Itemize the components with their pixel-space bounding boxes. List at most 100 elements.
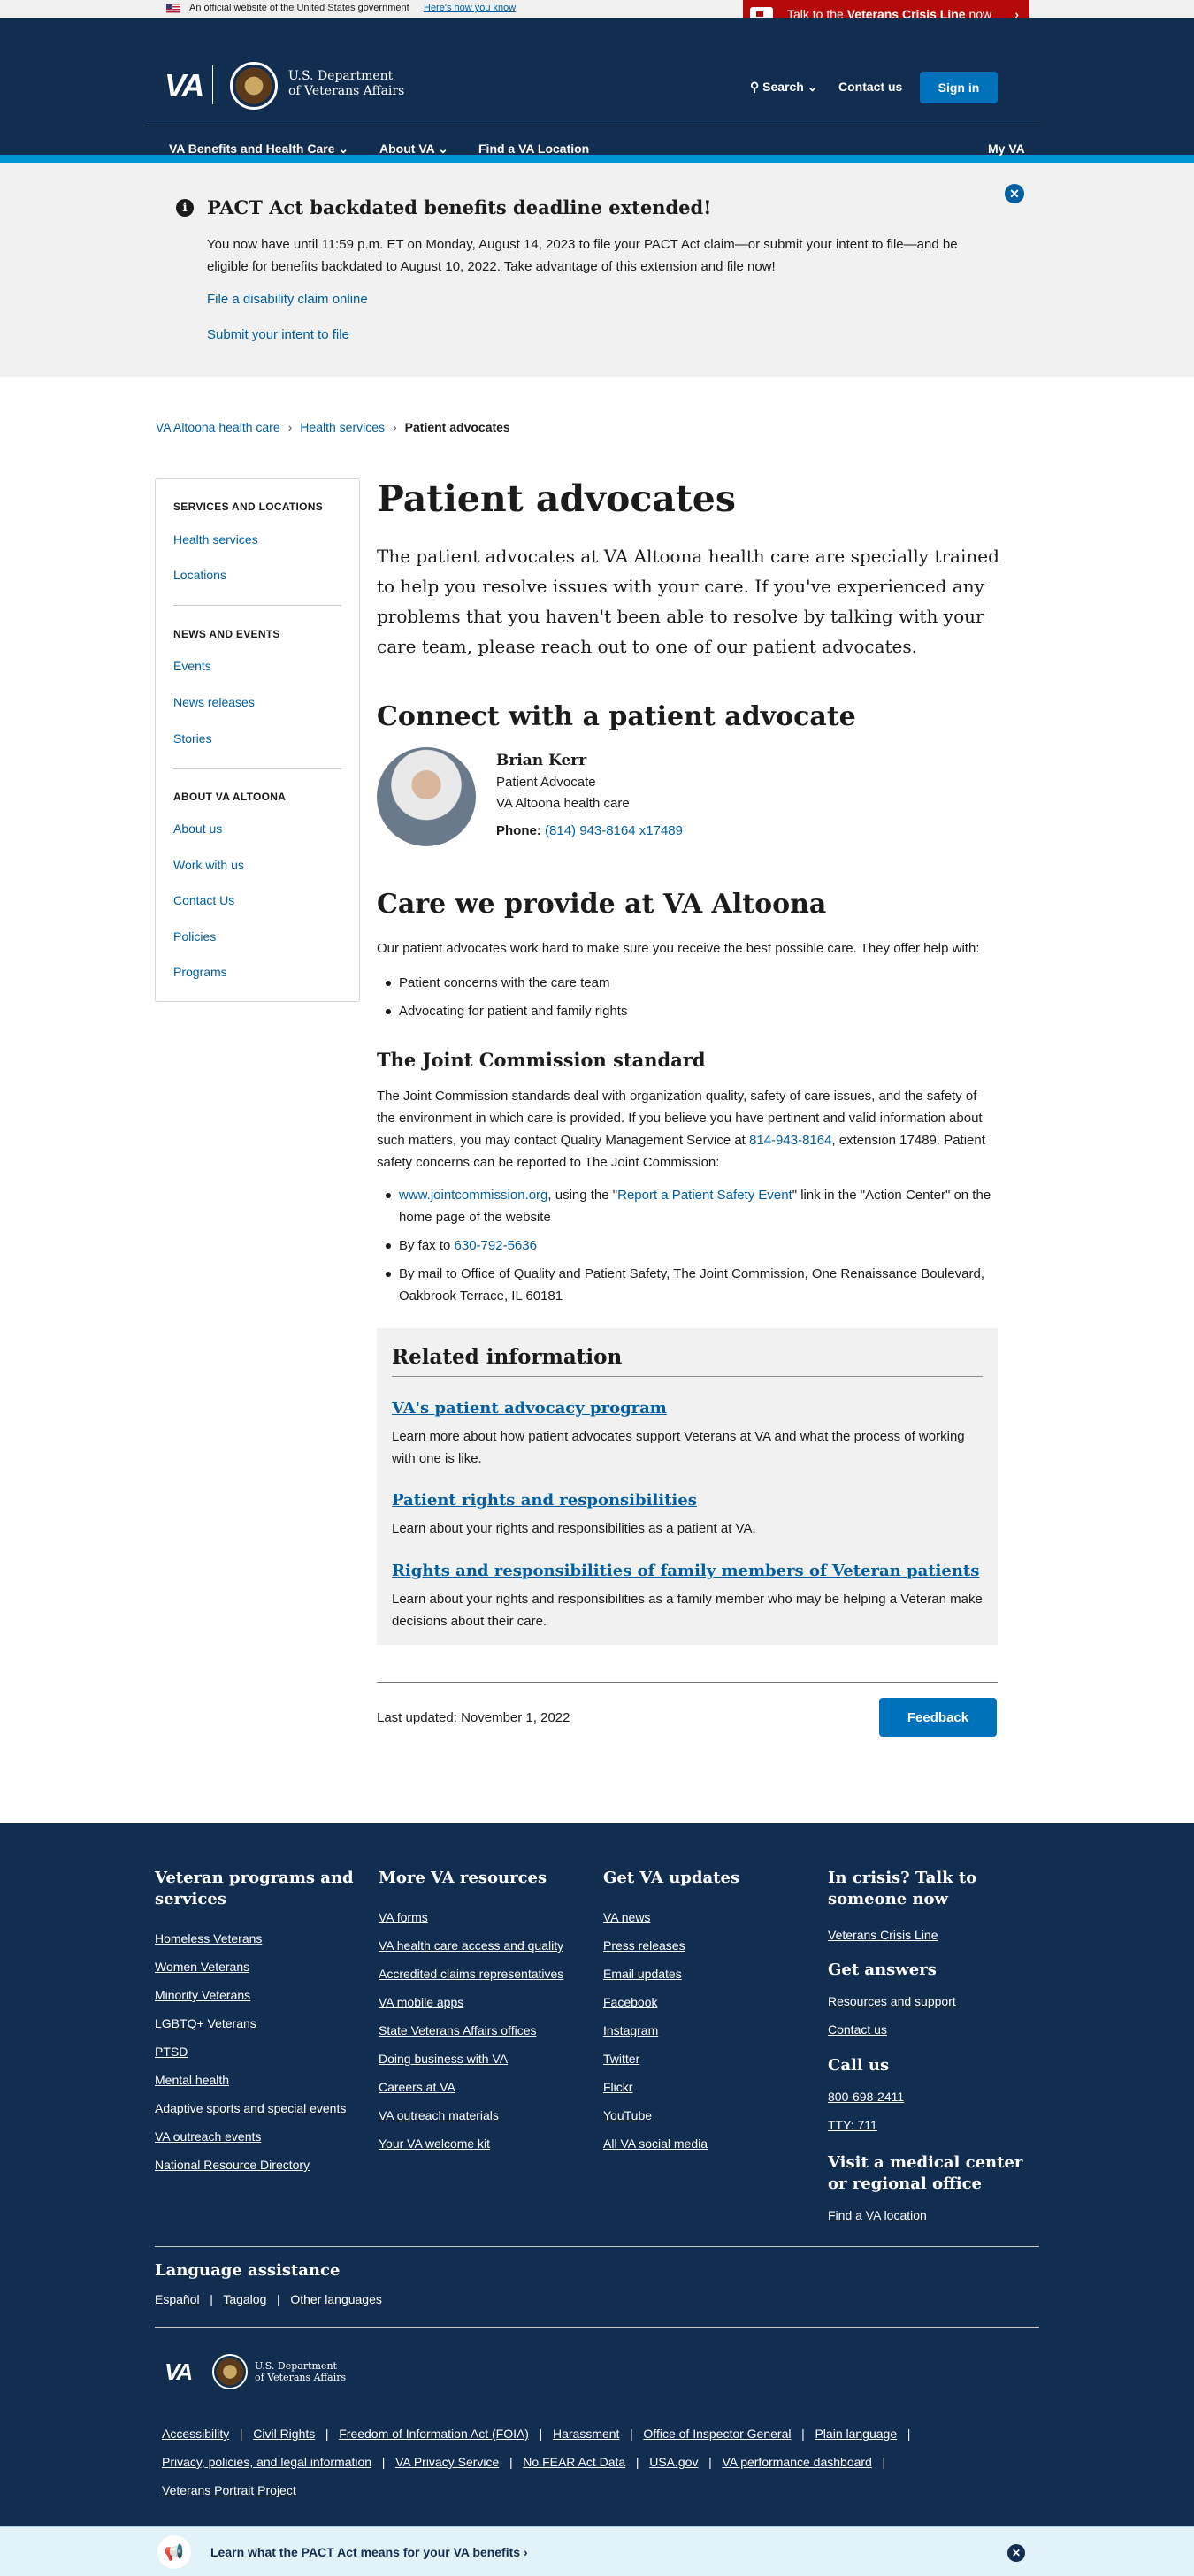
search-label: Search	[762, 80, 804, 94]
care-heading: Care we provide at VA Altoona	[377, 889, 827, 920]
nav-about[interactable]: About VA ⌄	[379, 141, 448, 157]
footer-link[interactable]: Women Veterans	[155, 1960, 249, 1974]
footer-bottom-link[interactable]: Privacy, policies, and legal information	[162, 2455, 371, 2469]
footer-link[interactable]: Homeless Veterans	[155, 1931, 262, 1945]
footer-link[interactable]: Your VA welcome kit	[379, 2136, 490, 2151]
footer-link[interactable]: National Resource Directory	[155, 2158, 310, 2172]
related-link-family-rights[interactable]: Rights and responsibilities of family me…	[392, 1562, 979, 1580]
footer-link[interactable]: Facebook	[603, 1995, 657, 2009]
sidebar-item-locations[interactable]: Locations	[173, 568, 226, 582]
footer-link[interactable]: VA health care access and quality	[379, 1938, 563, 1953]
footer-link[interactable]: Find a VA location	[828, 2208, 927, 2222]
footer-link[interactable]: Mental health	[155, 2073, 229, 2087]
nav-my-va[interactable]: My VA	[988, 141, 1025, 156]
footer-link[interactable]: 800-698-2411	[828, 2090, 904, 2104]
sidebar-item-about-us[interactable]: About us	[173, 822, 222, 836]
footer-link[interactable]: State Veterans Affairs offices	[379, 2023, 536, 2037]
footer-bottom-link[interactable]: Freedom of Information Act (FOIA)	[339, 2427, 529, 2441]
footer-link[interactable]: Press releases	[603, 1938, 685, 1953]
breadcrumb-altoona[interactable]: VA Altoona health care	[156, 420, 280, 434]
footer-link[interactable]: Veterans Crisis Line	[828, 1928, 938, 1942]
sign-in-button[interactable]: Sign in	[920, 72, 998, 103]
footer-bottom-link[interactable]: Accessibility	[162, 2427, 229, 2441]
footer-link[interactable]: Careers at VA	[379, 2080, 455, 2094]
footer-link[interactable]: All VA social media	[603, 2136, 708, 2151]
footer-link[interactable]: Email updates	[603, 1967, 682, 1981]
footer-dept-line-1: U.S. Department	[255, 2360, 337, 2372]
footer-link[interactable]: Accredited claims representatives	[379, 1967, 563, 1981]
footer-link[interactable]: VA outreach materials	[379, 2108, 499, 2122]
footer-link[interactable]: Minority Veterans	[155, 1988, 250, 2002]
lang-other[interactable]: Other languages	[290, 2292, 382, 2306]
breadcrumb-sep: ›	[393, 420, 397, 434]
footer-bottom-link[interactable]: Plain language	[815, 2427, 897, 2441]
updated-divider	[377, 1682, 998, 1683]
sidebar-item-programs[interactable]: Programs	[173, 965, 227, 979]
sidebar-item-work-with-us[interactable]: Work with us	[173, 858, 244, 872]
alert-body: You now have until 11:59 p.m. ET on Mond…	[207, 237, 958, 274]
footer-link[interactable]: TTY: 711	[828, 2118, 877, 2132]
phone-label: Phone:	[496, 823, 541, 838]
file-claim-link[interactable]: File a disability claim online	[207, 292, 368, 307]
footer-bottom-link[interactable]: Civil Rights	[253, 2427, 315, 2441]
footer-link[interactable]: LGBTQ+ Veterans	[155, 2016, 256, 2030]
related-desc: Learn about your rights and responsibili…	[392, 1521, 756, 1536]
footer-link[interactable]: Adaptive sports and special events	[155, 2101, 346, 2115]
footer-link[interactable]: Resources and support	[828, 1994, 956, 2008]
sidebar-item-stories[interactable]: Stories	[173, 731, 212, 745]
footer-bottom-link[interactable]: Veterans Portrait Project	[162, 2483, 296, 2497]
footer-dept-name: U.S. Department of Veterans Affairs	[255, 2360, 346, 2383]
breadcrumb-sep: ›	[287, 420, 293, 434]
link-sep: |	[374, 2455, 393, 2469]
footer-link[interactable]: Doing business with VA	[379, 2052, 508, 2066]
close-alert-icon[interactable]: ✕	[1005, 184, 1024, 203]
footer-bottom-link[interactable]: Office of Inspector General	[643, 2427, 791, 2441]
footer-va-logo[interactable]: VA	[165, 2358, 193, 2386]
footer-link[interactable]: Flickr	[603, 2080, 632, 2094]
joint-b1-mid: , using the "	[547, 1188, 618, 1203]
advocate-phone-link[interactable]: (814) 943-8164 x17489	[545, 823, 683, 838]
quality-phone-link[interactable]: 814-943-8164	[749, 1133, 831, 1148]
footer-link[interactable]: Contact us	[828, 2022, 887, 2037]
sidebar-item-health-services[interactable]: Health services	[173, 532, 258, 547]
list-item: Advocating for patient and family rights	[386, 1000, 1000, 1022]
footer-link[interactable]: VA news	[603, 1910, 650, 1924]
footer-bottom-link[interactable]: No FEAR Act Data	[523, 2455, 625, 2469]
footer-link[interactable]: PTSD	[155, 2045, 188, 2059]
feedback-button[interactable]: Feedback	[879, 1698, 997, 1737]
dept-name: U.S. Department of Veterans Affairs	[288, 69, 404, 99]
related-link-patient-rights[interactable]: Patient rights and responsibilities	[392, 1491, 697, 1510]
sidebar-item-policies[interactable]: Policies	[173, 929, 216, 944]
footer-link[interactable]: VA outreach events	[155, 2129, 261, 2144]
footer-link[interactable]: VA mobile apps	[379, 1995, 463, 2009]
lang-tagalog[interactable]: Tagalog	[223, 2292, 266, 2306]
advocate-role: Patient Advocate	[496, 775, 596, 790]
nav-find-location[interactable]: Find a VA Location	[478, 141, 589, 156]
breadcrumb-health-services[interactable]: Health services	[300, 420, 385, 434]
footer-link[interactable]: VA forms	[379, 1910, 428, 1924]
close-banner-icon[interactable]: ✕	[1007, 2544, 1025, 2562]
related-link-advocacy[interactable]: VA's patient advocacy program	[392, 1399, 667, 1418]
footer-link[interactable]: Twitter	[603, 2052, 639, 2066]
footer-link[interactable]: YouTube	[603, 2108, 652, 2122]
contact-us-link[interactable]: Contact us	[838, 80, 902, 94]
heres-how-link[interactable]: Here's how you know	[424, 3, 516, 13]
footer-bottom-link[interactable]: VA performance dashboard	[722, 2455, 871, 2469]
nav-benefits[interactable]: VA Benefits and Health Care ⌄	[169, 141, 348, 157]
va-logo[interactable]: VA	[165, 67, 204, 104]
search-button[interactable]: ⚲ Search ⌄	[750, 80, 817, 95]
footer-bottom-link[interactable]: Harassment	[553, 2427, 619, 2441]
footer-link[interactable]: Instagram	[603, 2023, 658, 2037]
sidebar-item-news-releases[interactable]: News releases	[173, 695, 255, 709]
fax-link[interactable]: 630-792-5636	[455, 1238, 537, 1253]
sidebar-item-events[interactable]: Events	[173, 659, 211, 673]
joint-commission-link[interactable]: www.jointcommission.org	[399, 1188, 547, 1203]
sidebar-item-contact-us[interactable]: Contact Us	[173, 893, 234, 907]
footer-bottom-link[interactable]: USA.gov	[649, 2455, 698, 2469]
care-intro: Our patient advocates work hard to make …	[377, 941, 980, 956]
footer-bottom-link[interactable]: VA Privacy Service	[395, 2455, 499, 2469]
lang-espanol[interactable]: Español	[155, 2292, 200, 2306]
report-event-link[interactable]: Report a Patient Safety Event	[617, 1188, 792, 1203]
pact-banner-link[interactable]: Learn what the PACT Act means for your V…	[210, 2545, 528, 2559]
intent-to-file-link[interactable]: Submit your intent to file	[207, 327, 349, 342]
